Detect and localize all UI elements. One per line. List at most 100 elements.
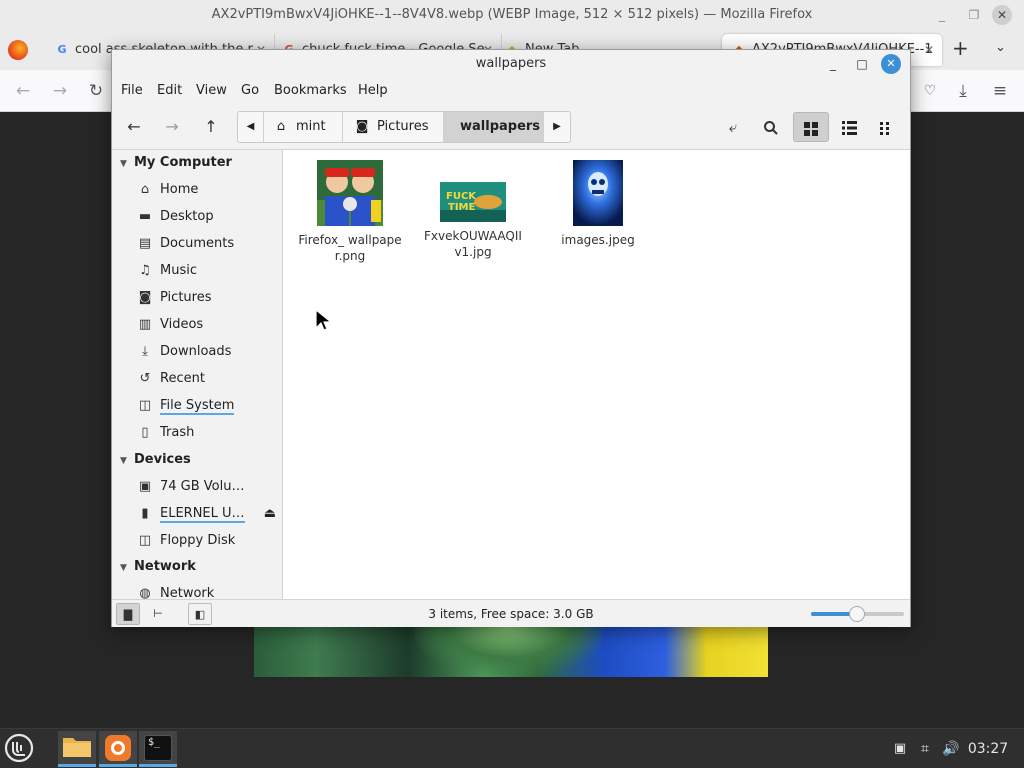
menu-icon[interactable]: ≡ [987,78,1013,104]
icon-view-button[interactable] [793,112,829,142]
menu-help[interactable]: Help [358,78,388,104]
sidebar-item-recent[interactable]: ↺ Recent [136,367,278,391]
minimize-icon[interactable]: _ [929,0,955,30]
sidebar-heading-network[interactable]: ▼ Network [120,556,196,578]
sidebar-item-volume[interactable]: ▣ 74 GB Volu… [136,475,278,499]
download-icon[interactable]: ⤓ [950,78,976,104]
chevron-down-icon[interactable]: ⌄ [995,40,1006,55]
compact-view-button[interactable] [872,112,902,142]
eject-icon[interactable]: ⏏ [264,502,276,526]
maximize-icon[interactable]: ❐ [961,0,987,30]
sidebar-item-home[interactable]: ⌂ Home [136,178,278,202]
sidebar-item-label: Floppy Disk [160,533,236,548]
sidebar-item-network[interactable]: ◍ Network [136,582,278,599]
clock[interactable]: 03:27 [966,729,1010,768]
file-name: Firefox_ wallpaper.png [298,233,402,263]
breadcrumb-label: mint [296,119,326,134]
network-icon[interactable]: ⌗ [914,729,936,768]
toggle-sidebar-button[interactable]: ◧ [188,603,212,625]
file-item[interactable]: FUCK TIME FxvekOUWAAQIIv1.jpg [421,182,525,260]
search-icon[interactable] [756,112,786,142]
up-button[interactable]: ↑ [196,112,226,142]
terminal-icon: $_ [144,735,172,761]
minimize-icon[interactable]: _ [821,50,845,78]
menu-edit[interactable]: Edit [157,78,182,104]
breadcrumb-right-arrow-icon[interactable]: ▶ [544,112,570,142]
zoom-slider[interactable] [811,606,904,622]
close-icon[interactable]: ✕ [992,5,1012,25]
forward-button[interactable]: → [157,112,187,142]
webp-image [254,625,768,677]
sidebar-item-label: Network [160,586,215,599]
show-places-button[interactable]: ▇ [116,603,140,625]
mouse-cursor-icon [315,309,333,331]
clipboard-icon[interactable]: ▣ [890,729,910,768]
taskbar-firefox[interactable] [99,731,137,767]
breadcrumb-label: Pictures [377,119,429,134]
tab-close-icon[interactable]: ✕ [924,34,934,66]
back-icon[interactable]: ← [10,78,36,104]
menu-bookmarks[interactable]: Bookmarks [274,78,347,104]
sidebar-item-floppy[interactable]: ◫ Floppy Disk [136,529,278,553]
sidebar-item-music[interactable]: ♫ Music [136,259,278,283]
toggle-location-icon[interactable]: ⤶ [718,112,748,142]
firefox-logo-icon [8,40,28,60]
usb-icon: ▮ [141,506,149,521]
new-tab-icon[interactable]: + [952,36,969,60]
svg-text:TIME: TIME [448,202,475,213]
breadcrumb-wallpapers[interactable]: wallpapers [444,112,544,142]
sidebar-item-file-system[interactable]: ◫ File System [136,394,278,418]
sidebar-item-documents[interactable]: ▤ Documents [136,232,278,256]
close-icon[interactable]: ✕ [881,54,901,74]
sidebar-item-downloads[interactable]: ⤓ Downloads [136,340,278,364]
file-name: images.jpeg [561,233,635,247]
status-text: 3 items, Free space: 3.0 GB [428,607,594,621]
sidebar-item-pictures[interactable]: ◙ Pictures [136,286,278,310]
sidebar-heading-my-computer[interactable]: ▼ My Computer [120,152,232,174]
home-icon: ⌂ [140,182,150,197]
pocket-icon[interactable]: ♡ [917,78,943,104]
sidebar-item-trash[interactable]: ▯ Trash [136,421,278,445]
show-tree-button[interactable]: ⊢ [146,603,170,625]
film-icon: ▥ [138,317,152,332]
file-item[interactable]: Firefox_ wallpaper.png [298,160,402,264]
sidebar-item-label: Pictures [160,290,212,305]
menu-view[interactable]: View [196,78,227,104]
sidebar-item-videos[interactable]: ▥ Videos [136,313,278,337]
breadcrumb-left-arrow-icon[interactable]: ◀ [238,112,264,142]
maximize-icon[interactable]: □ [850,50,874,78]
zoom-slider-handle[interactable] [848,606,865,622]
breadcrumb-mint[interactable]: ⌂ mint [264,112,343,142]
sidebar-heading-devices[interactable]: ▼ Devices [120,449,191,471]
taskbar-files[interactable] [58,731,96,767]
breadcrumb-pictures[interactable]: ◙ Pictures [343,112,444,142]
firefox-titlebar: AX2vPTI9mBwxV4JiOHKE--1--8V4V8.webp (WEB… [0,0,1024,30]
image-thumbnail [573,160,623,226]
menu-file[interactable]: File [121,78,143,104]
sidebar-heading-label: My Computer [134,155,232,170]
sidebar-heading-label: Network [134,559,196,574]
sidebar-item-label: Desktop [160,209,214,224]
forward-icon[interactable]: → [47,78,73,104]
floppy-icon: ◫ [138,533,152,548]
file-item[interactable]: images.jpeg [546,160,650,248]
image-thumbnail [317,160,383,226]
file-name: FxvekOUWAAQIIv1.jpg [424,229,522,259]
compact-grid-icon [880,121,889,135]
grid-icon [804,121,818,136]
taskbar-terminal[interactable]: $_ [139,731,177,767]
sidebar-item-usb[interactable]: ▮ ELERNEL U… ⏏ [136,502,278,526]
trash-icon: ▯ [141,425,149,440]
back-button[interactable]: ← [119,112,149,142]
mint-menu-button[interactable] [2,731,40,767]
statusbar: 3 items, Free space: 3.0 GB ▇ ⊢ ◧ [112,599,910,627]
list-view-button[interactable] [834,112,864,142]
sidebar-heading-label: Devices [134,452,191,467]
sidebar-item-desktop[interactable]: ▬ Desktop [136,205,278,229]
reload-icon[interactable]: ↻ [83,78,109,104]
menu-go[interactable]: Go [241,78,259,104]
camera-icon: ◙ [138,290,152,305]
volume-icon[interactable]: 🔊 [940,729,962,768]
firefox-window-title: AX2vPTI9mBwxV4JiOHKE--1--8V4V8.webp (WEB… [211,7,813,22]
sidebar: ▼ My Computer ⌂ Home ▬ Desktop ▤ Documents ♫… [112,150,283,599]
